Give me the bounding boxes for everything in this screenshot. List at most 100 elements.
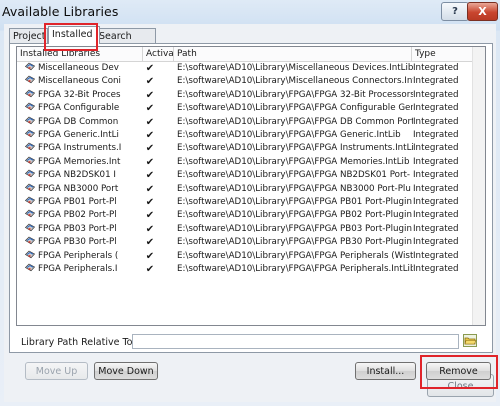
library-path-cell: E:\software\AD10\Library\FPGA\FPGA PB02 … <box>177 210 412 221</box>
install-button[interactable]: Install... <box>355 362 416 380</box>
library-path-cell: E:\software\AD10\Library\FPGA\FPGA PB01 … <box>177 197 412 207</box>
library-name-cell: FPGA NB2DSK01 I <box>25 169 129 182</box>
library-name: FPGA NB3000 Port <box>38 183 119 194</box>
library-icon <box>25 183 35 191</box>
window-close-button[interactable]: X <box>467 2 498 21</box>
library-path-cell: E:\software\AD10\Library\FPGA\FPGA Perip… <box>177 264 413 274</box>
library-path-cell: E:\software\AD10\Library\FPGA\FPGA PB03 … <box>177 223 412 234</box>
table-row[interactable]: FPGA PB02 Port-Pl ✔ E:\software\AD10\Libra… <box>17 209 485 222</box>
library-path-cell: E:\software\AD10\Library\FPGA\FPGA Confi… <box>177 103 413 114</box>
library-name: FPGA PB02 Port-Pl <box>38 210 117 221</box>
list-scrollbar[interactable] <box>472 47 485 325</box>
table-row[interactable]: Miscellaneous Coni ✔ E:\software\AD10\Libr… <box>17 75 485 88</box>
library-icon <box>25 236 35 245</box>
tab-project[interactable]: Project <box>9 28 48 44</box>
dialog-client-area: Project Installed Search Path Installed … <box>4 23 498 402</box>
table-row[interactable]: FPGA Memories.Int ✔ E:\software\AD10\Libra… <box>17 156 485 169</box>
activated-checkbox[interactable]: ✔ <box>143 116 157 129</box>
library-name: FPGA Generic.IntLi <box>38 130 119 140</box>
library-icon <box>25 62 35 71</box>
close-icon: X <box>478 5 487 18</box>
activated-checkbox[interactable]: ✔ <box>143 236 157 249</box>
library-icon <box>25 169 35 178</box>
table-row[interactable]: FPGA Configurable ✔ E:\software\AD10\Libra… <box>17 102 485 115</box>
activated-checkbox[interactable]: ✔ <box>143 89 157 102</box>
library-name: FPGA NB2DSK01 I <box>38 170 116 181</box>
library-name: FPGA Memories.Int <box>38 156 121 167</box>
library-name-cell: Miscellaneous Coni <box>25 75 129 88</box>
activated-checkbox[interactable]: ✔ <box>143 250 157 263</box>
library-icon <box>25 129 35 138</box>
library-name: FPGA Peripherals ( <box>38 250 119 261</box>
library-icon <box>25 156 35 165</box>
table-row[interactable]: FPGA PB03 Port-Pl ✔ E:\software\AD10\Libra… <box>17 223 485 236</box>
libraries-list[interactable]: Installed Libraries Activated Path Type … <box>16 46 486 326</box>
table-row[interactable]: FPGA 32-Bit Proces ✔ E:\software\AD10\Libr… <box>17 89 485 102</box>
column-header-type[interactable]: Type <box>412 47 473 61</box>
table-row[interactable]: FPGA Peripherals ( ✔ E:\software\AD10\Libr… <box>17 250 485 263</box>
library-icon <box>25 89 35 98</box>
move-up-button[interactable]: Move Up <box>25 362 88 380</box>
library-path-cell: E:\software\AD10\Library\Miscellaneous C… <box>177 76 413 87</box>
library-name-cell: Miscellaneous Dev <box>25 62 129 75</box>
library-name-cell: FPGA Peripherals.I <box>25 263 129 276</box>
library-name-cell: FPGA PB03 Port-Pl <box>25 223 129 236</box>
library-icon <box>25 263 35 272</box>
table-row[interactable]: FPGA PB01 Port-Pl ✔ E:\software\AD10\Libra… <box>17 196 485 209</box>
tab-search-path[interactable]: Search Path <box>95 28 156 57</box>
table-row[interactable]: FPGA Peripherals.I ✔ E:\software\AD10\Libr… <box>17 263 485 276</box>
library-path-cell: E:\software\AD10\Library\FPGA\FPGA Perip… <box>177 250 413 261</box>
help-icon: ? <box>452 6 458 17</box>
move-down-button[interactable]: Move Down <box>94 362 158 380</box>
library-icon <box>25 75 35 84</box>
activated-checkbox[interactable]: ✔ <box>143 209 157 222</box>
browse-folder-button[interactable] <box>463 334 477 347</box>
activated-checkbox[interactable]: ✔ <box>143 156 157 169</box>
table-row[interactable]: FPGA PB30 Port-Pl ✔ E:\software\AD10\Libra… <box>17 236 485 249</box>
activated-checkbox[interactable]: ✔ <box>143 183 157 196</box>
window-title: Available Libraries <box>2 4 119 19</box>
activated-checkbox[interactable]: ✔ <box>143 75 157 88</box>
help-button[interactable]: ? <box>441 2 469 21</box>
column-header-path[interactable]: Path <box>174 47 412 61</box>
library-name: FPGA PB01 Port-Pl <box>38 197 117 207</box>
activated-checkbox[interactable]: ✔ <box>143 223 157 236</box>
table-row[interactable]: FPGA Generic.IntLi ✔ E:\software\AD10\Libr… <box>17 129 485 142</box>
library-name-cell: FPGA 32-Bit Proces <box>25 89 129 102</box>
table-row[interactable]: FPGA NB3000 Port ✔ E:\software\AD10\Librar… <box>17 183 485 196</box>
library-name-cell: FPGA NB3000 Port <box>25 183 129 196</box>
library-path-cell: E:\software\AD10\Library\FPGA\FPGA 32-Bi… <box>177 89 413 100</box>
activated-checkbox[interactable]: ✔ <box>143 142 157 155</box>
activated-checkbox[interactable]: ✔ <box>143 169 157 182</box>
library-name: FPGA Configurable <box>38 103 120 114</box>
library-name-cell: FPGA PB02 Port-Pl <box>25 209 129 222</box>
table-row[interactable]: FPGA Instruments.I ✔ E:\software\AD10\Libr… <box>17 142 485 155</box>
table-row[interactable]: Miscellaneous Dev ✔ E:\software\AD10\Libra… <box>17 62 485 75</box>
library-path-cell: E:\software\AD10\Library\FPGA\FPGA Gener… <box>177 130 401 140</box>
library-path-cell: E:\software\AD10\Library\FPGA\FPGA Instr… <box>177 143 413 154</box>
path-relative-input[interactable] <box>132 334 459 349</box>
activated-checkbox[interactable]: ✔ <box>143 129 157 142</box>
activated-checkbox[interactable]: ✔ <box>143 102 157 115</box>
library-path-cell: E:\software\AD10\Library\FPGA\FPGA NB300… <box>177 183 411 194</box>
library-icon <box>25 250 35 258</box>
remove-highlight-annotation <box>420 355 498 389</box>
path-relative-label: Library Path Relative To: <box>21 337 136 348</box>
library-path-cell: E:\software\AD10\Library\FPGA\FPGA DB Co… <box>177 116 413 127</box>
library-name: FPGA Peripherals.I <box>38 264 118 274</box>
activated-checkbox[interactable]: ✔ <box>143 62 157 75</box>
activated-checkbox[interactable]: ✔ <box>143 196 157 209</box>
column-header-activated[interactable]: Activated <box>143 47 174 61</box>
library-name-cell: FPGA Instruments.I <box>25 142 129 155</box>
library-path-cell: E:\software\AD10\Library\FPGA\FPGA NB2DS… <box>177 170 411 181</box>
library-name: FPGA Instruments.I <box>38 143 122 154</box>
library-icon <box>25 209 35 218</box>
table-row[interactable]: FPGA NB2DSK01 I ✔ E:\software\AD10\Library… <box>17 169 485 182</box>
library-name-cell: FPGA PB30 Port-Pl <box>25 236 129 249</box>
library-name-cell: FPGA Memories.Int <box>25 156 129 169</box>
table-row[interactable]: FPGA DB Common ✔ E:\software\AD10\Library\… <box>17 116 485 129</box>
activated-checkbox[interactable]: ✔ <box>143 263 157 276</box>
library-name-cell: FPGA Peripherals ( <box>25 250 129 263</box>
library-name-cell: FPGA Configurable <box>25 102 129 115</box>
installed-tab-panel: Installed Libraries Activated Path Type … <box>9 43 498 389</box>
